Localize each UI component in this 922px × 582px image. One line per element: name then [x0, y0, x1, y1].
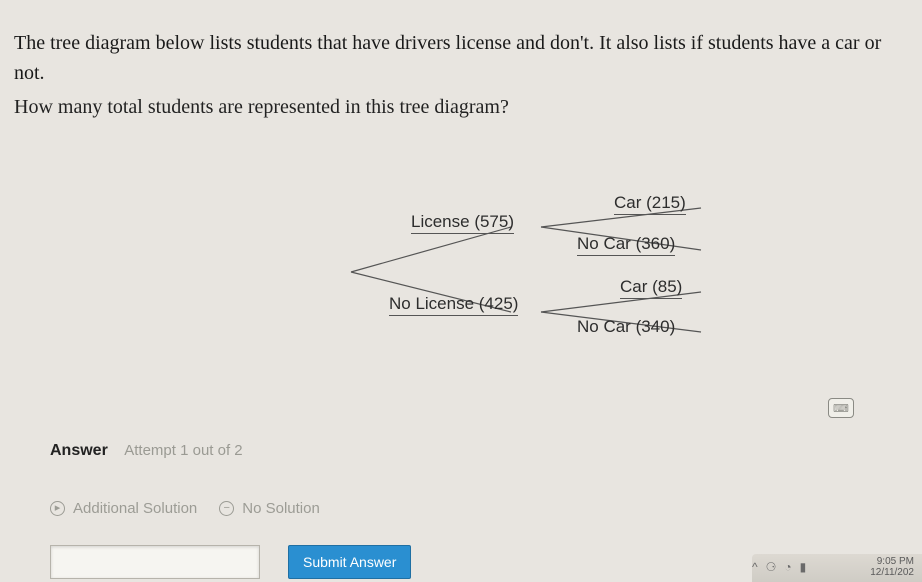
tree-svg: [111, 172, 811, 372]
additional-solution-label: Additional Solution: [73, 500, 197, 517]
attempt-label: Attempt 1 out of 2: [124, 442, 242, 459]
plus-icon: ▸: [50, 501, 65, 516]
tree-diagram: License (575) No License (425) Car (215)…: [111, 172, 811, 372]
leaf-nolicense-nocar: No Car (340): [577, 317, 675, 337]
no-solution-button[interactable]: − No Solution: [219, 500, 320, 517]
question-prompt: How many total students are represented …: [14, 92, 908, 122]
answer-heading-row: Answer Attempt 1 out of 2: [14, 442, 908, 460]
leaf-license-nocar: No Car (360): [577, 234, 675, 256]
chevron-up-icon[interactable]: ^: [752, 560, 758, 574]
taskbar: ^ ⚆ ◔ ▮ 9:05 PM 12/11/202: [752, 554, 922, 582]
branch-license: License (575): [411, 212, 514, 234]
sound-icon[interactable]: ◔: [784, 560, 791, 574]
answer-input[interactable]: [50, 545, 260, 579]
branch-no-license: No License (425): [389, 294, 518, 316]
submit-answer-button[interactable]: Submit Answer: [288, 545, 411, 579]
keyboard-icon[interactable]: ⌨: [828, 398, 854, 418]
wifi-icon[interactable]: ⚆: [766, 560, 777, 574]
leaf-nolicense-car: Car (85): [620, 277, 682, 299]
minus-icon: −: [219, 501, 234, 516]
question-text: The tree diagram below lists students th…: [14, 28, 908, 88]
leaf-license-car: Car (215): [614, 193, 686, 215]
clock[interactable]: 9:05 PM 12/11/202: [870, 556, 914, 578]
clock-time: 9:05 PM: [870, 556, 914, 567]
answer-heading: Answer: [50, 442, 108, 459]
battery-icon[interactable]: ▮: [800, 560, 807, 574]
clock-date: 12/11/202: [870, 567, 914, 578]
no-solution-label: No Solution: [242, 500, 320, 517]
tray-icons: ^ ⚆ ◔ ▮: [752, 560, 806, 574]
additional-solution-button[interactable]: ▸ Additional Solution: [50, 500, 197, 517]
